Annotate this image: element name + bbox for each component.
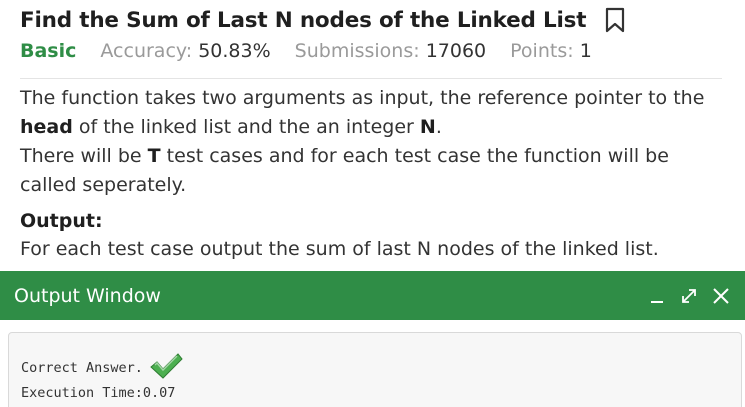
description-paragraph-1: The function takes two arguments as inpu… (20, 87, 705, 138)
submissions-value: 17060 (425, 40, 487, 62)
description-paragraph-2: There will be T test cases and for each … (20, 145, 669, 196)
expand-icon[interactable] (679, 286, 699, 306)
window-controls (647, 271, 731, 320)
problem-panel: Find the Sum of Last N nodes of the Link… (0, 0, 745, 271)
output-window-body: Correct Answer. Execution Time:0.07 (0, 320, 745, 407)
title-row: Find the Sum of Last N nodes of the Link… (20, 7, 626, 33)
output-console: Correct Answer. Execution Time:0.07 (8, 332, 742, 407)
output-description: For each test case output the sum of las… (20, 238, 659, 260)
accuracy-value: 50.83% (198, 40, 271, 62)
execution-time: Execution Time:0.07 (21, 385, 176, 401)
points-stat: Points: 1 (510, 40, 592, 62)
minimize-icon[interactable] (647, 286, 667, 306)
divider (20, 78, 722, 79)
accuracy-label: Accuracy: (100, 40, 193, 62)
submissions-label: Submissions: (294, 40, 420, 62)
output-window-header: Output Window (0, 271, 745, 320)
problem-title: Find the Sum of Last N nodes of the Link… (20, 7, 587, 33)
problem-meta: Basic Accuracy: 50.83% Submissions: 1706… (20, 40, 616, 62)
problem-description: The function takes two arguments as inpu… (20, 84, 725, 200)
points-label: Points: (510, 40, 574, 62)
accuracy-stat: Accuracy: 50.83% (100, 40, 270, 62)
result-line: Correct Answer. (21, 352, 183, 382)
result-text: Correct Answer. (21, 360, 143, 376)
close-icon[interactable] (711, 286, 731, 306)
points-value: 1 (579, 40, 592, 62)
difficulty-badge[interactable]: Basic (20, 40, 76, 62)
checkmark-icon (149, 352, 183, 380)
submissions-stat: Submissions: 17060 (295, 40, 487, 62)
output-window-title: Output Window (14, 284, 161, 307)
output-heading: Output: (20, 210, 103, 232)
bookmark-icon[interactable] (604, 7, 626, 33)
